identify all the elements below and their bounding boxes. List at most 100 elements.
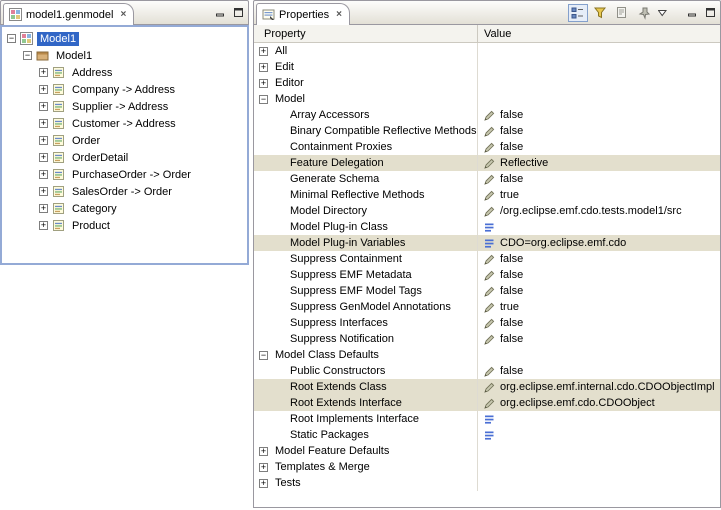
property-row[interactable]: Suppress Notification false — [254, 331, 720, 347]
pin-icon[interactable] — [634, 4, 654, 22]
property-value: false — [500, 109, 523, 121]
tree-row[interactable]: + Supplier -> Address — [2, 98, 247, 115]
property-row[interactable]: Suppress EMF Model Tags false — [254, 283, 720, 299]
maximize-icon[interactable] — [702, 5, 718, 21]
close-icon[interactable]: × — [120, 9, 126, 20]
minimize-icon[interactable] — [684, 5, 700, 21]
property-category-row[interactable]: + Editor — [254, 75, 720, 91]
column-header-value[interactable]: Value — [478, 25, 720, 42]
property-value: Reflective — [500, 157, 548, 169]
property-row[interactable]: Model Plug-in Variables CDO=org.eclipse.… — [254, 235, 720, 251]
expander-icon[interactable]: + — [259, 47, 268, 56]
property-row[interactable]: Root Extends Class org.eclipse.emf.inter… — [254, 379, 720, 395]
tree-row[interactable]: + Address — [2, 64, 247, 81]
tree-row[interactable]: + SalesOrder -> Order — [2, 183, 247, 200]
maximize-icon[interactable] — [230, 5, 246, 21]
editor-tab-title: model1.genmodel — [26, 9, 113, 21]
tree-row[interactable]: + Company -> Address — [2, 81, 247, 98]
expander-icon[interactable]: − — [23, 51, 32, 60]
expander-icon[interactable]: + — [39, 204, 48, 213]
property-row[interactable]: Suppress Containment false — [254, 251, 720, 267]
tree-item-label[interactable]: Address — [69, 66, 115, 80]
property-category-row[interactable]: − Model Class Defaults — [254, 347, 720, 363]
tree-row[interactable]: + Customer -> Address — [2, 115, 247, 132]
expander-icon[interactable]: + — [39, 68, 48, 77]
property-row[interactable]: Suppress EMF Metadata false — [254, 267, 720, 283]
property-category-row[interactable]: + Edit — [254, 59, 720, 75]
property-value: false — [500, 173, 523, 185]
property-row[interactable]: Root Extends Interface org.eclipse.emf.c… — [254, 395, 720, 411]
tree-row[interactable]: − Model1 — [2, 30, 247, 47]
property-label: Root Implements Interface — [290, 413, 419, 425]
property-row[interactable]: Binary Compatible Reflective Methods fal… — [254, 123, 720, 139]
tree-item-label[interactable]: Category — [69, 202, 120, 216]
close-icon[interactable]: × — [336, 9, 342, 20]
genmodel-icon — [20, 32, 33, 45]
tree-item-label[interactable]: Supplier -> Address — [69, 100, 171, 114]
pencil-icon — [483, 142, 496, 153]
property-label: Model Directory — [290, 205, 367, 217]
property-row[interactable]: Containment Proxies false — [254, 139, 720, 155]
property-category-row[interactable]: + Model Feature Defaults — [254, 443, 720, 459]
tree-item-label[interactable]: SalesOrder -> Order — [69, 185, 175, 199]
expander-icon[interactable]: + — [39, 119, 48, 128]
property-value: false — [500, 269, 523, 281]
tree-item-label[interactable]: PurchaseOrder -> Order — [69, 168, 194, 182]
property-category-row[interactable]: + All — [254, 43, 720, 59]
property-category-row[interactable]: + Templates & Merge — [254, 459, 720, 475]
property-label: Model Plug-in Class — [290, 221, 388, 233]
expander-icon[interactable]: + — [39, 187, 48, 196]
property-value: false — [500, 333, 523, 345]
expander-icon[interactable]: + — [259, 63, 268, 72]
minimize-icon[interactable] — [212, 5, 228, 21]
property-row[interactable]: Root Implements Interface — [254, 411, 720, 427]
property-category-row[interactable]: + Tests — [254, 475, 720, 491]
show-categories-icon[interactable] — [568, 4, 588, 22]
property-row[interactable]: Suppress GenModel Annotations true — [254, 299, 720, 315]
properties-table: Property Value + All + Edit + Editor − M… — [253, 25, 721, 508]
tree-item-label[interactable]: Model1 — [37, 32, 79, 46]
property-row[interactable]: Feature Delegation Reflective — [254, 155, 720, 171]
tab-properties[interactable]: Properties × — [256, 3, 350, 25]
tree-row[interactable]: − Model1 — [2, 47, 247, 64]
tree-item-label[interactable]: Order — [69, 134, 103, 148]
column-header-property[interactable]: Property — [254, 25, 478, 42]
expander-icon[interactable]: + — [39, 221, 48, 230]
property-row[interactable]: Minimal Reflective Methods true — [254, 187, 720, 203]
property-row[interactable]: Array Accessors false — [254, 107, 720, 123]
tree-row[interactable]: + Category — [2, 200, 247, 217]
property-row[interactable]: Generate Schema false — [254, 171, 720, 187]
restore-default-value-icon[interactable] — [612, 4, 632, 22]
tree-row[interactable]: + OrderDetail — [2, 149, 247, 166]
property-row[interactable]: Public Constructors false — [254, 363, 720, 379]
tree-item-label[interactable]: Company -> Address — [69, 83, 178, 97]
tree-row[interactable]: + Product — [2, 217, 247, 234]
expander-icon[interactable]: + — [39, 102, 48, 111]
tree-row[interactable]: + PurchaseOrder -> Order — [2, 166, 247, 183]
expander-icon[interactable]: + — [39, 170, 48, 179]
tree-row[interactable]: + Order — [2, 132, 247, 149]
expander-icon[interactable]: + — [39, 85, 48, 94]
tree-item-label[interactable]: Product — [69, 219, 113, 233]
expander-icon[interactable]: + — [39, 136, 48, 145]
tree-item-label[interactable]: Model1 — [53, 49, 95, 63]
expander-icon[interactable]: − — [7, 34, 16, 43]
expander-icon[interactable]: − — [259, 95, 268, 104]
property-row[interactable]: Model Plug-in Class — [254, 219, 720, 235]
expander-icon[interactable]: + — [259, 79, 268, 88]
expander-icon[interactable]: + — [259, 479, 268, 488]
show-advanced-properties-icon[interactable] — [590, 4, 610, 22]
tab-model1-genmodel[interactable]: model1.genmodel × — [3, 3, 134, 25]
property-row[interactable]: Model Directory /org.eclipse.emf.cdo.tes… — [254, 203, 720, 219]
property-row[interactable]: Suppress Interfaces false — [254, 315, 720, 331]
expander-icon[interactable]: − — [259, 351, 268, 360]
expander-icon[interactable]: + — [259, 447, 268, 456]
tree-item-label[interactable]: Customer -> Address — [69, 117, 179, 131]
expander-icon[interactable]: + — [259, 463, 268, 472]
property-row[interactable]: Static Packages — [254, 427, 720, 443]
properties-table-body: + All + Edit + Editor − Model Array Acce… — [254, 43, 720, 507]
tree-item-label[interactable]: OrderDetail — [69, 151, 131, 165]
view-menu-icon[interactable] — [656, 4, 669, 22]
property-category-row[interactable]: − Model — [254, 91, 720, 107]
expander-icon[interactable]: + — [39, 153, 48, 162]
